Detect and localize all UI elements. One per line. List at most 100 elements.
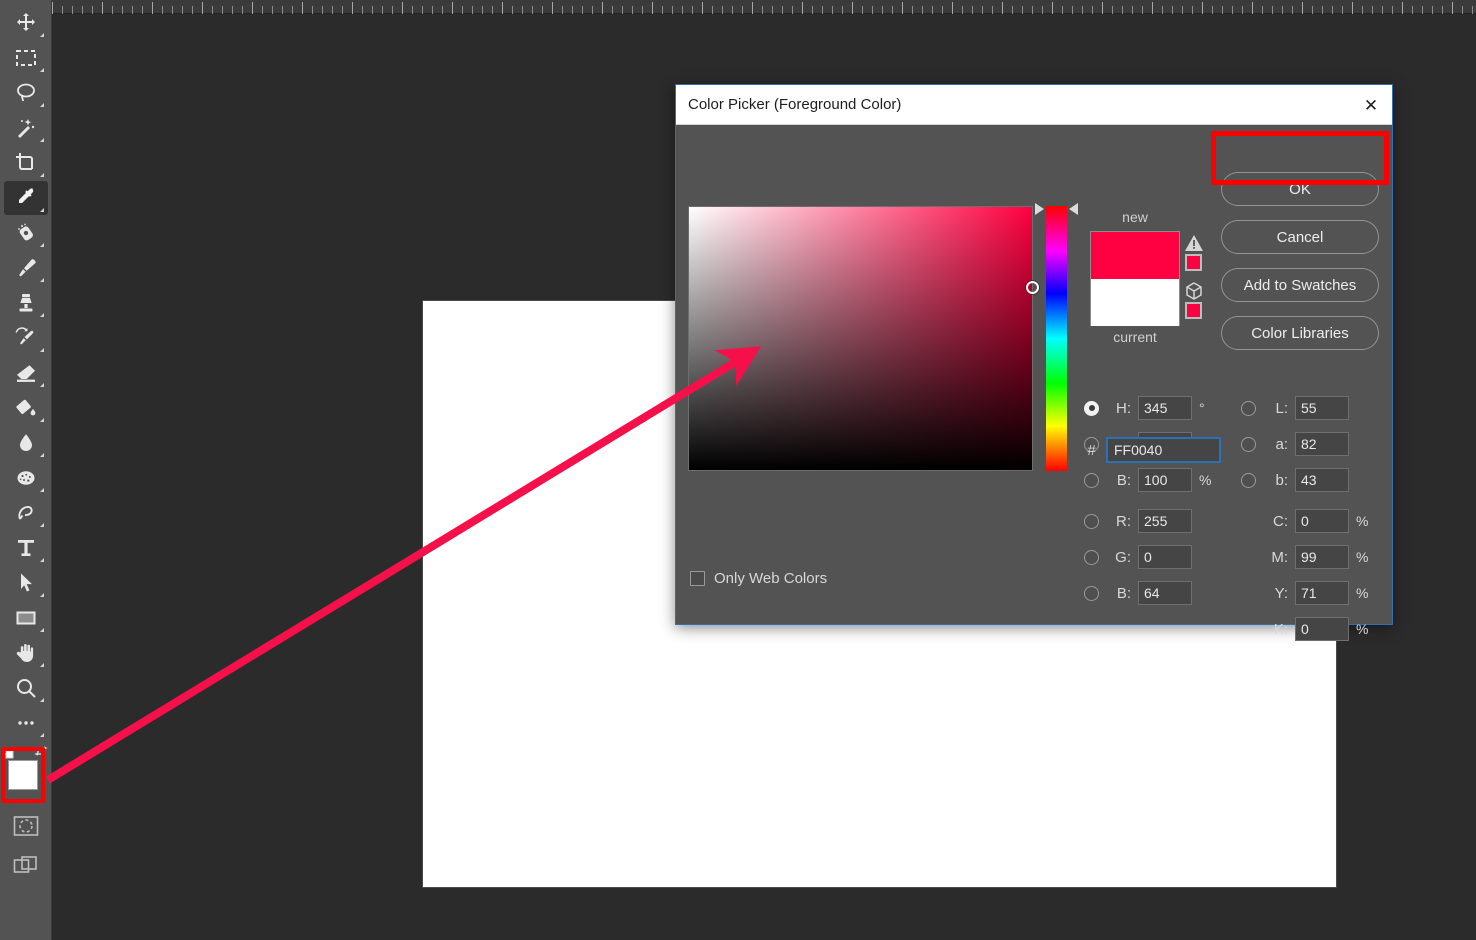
hand-tool[interactable]	[4, 636, 48, 670]
close-icon[interactable]: ✕	[1356, 91, 1386, 119]
default-colors-icon[interactable]	[2, 746, 14, 758]
ruler-tick	[652, 2, 653, 14]
input-yellow[interactable]: 71	[1295, 581, 1349, 605]
ruler-tick	[952, 2, 953, 14]
ruler-tick	[1092, 6, 1093, 14]
current-color-swatch[interactable]	[1091, 279, 1179, 326]
gamut-warning-swatch[interactable]	[1185, 254, 1202, 271]
ruler-tick	[822, 6, 823, 14]
move-tool[interactable]	[4, 6, 48, 40]
ruler-tick	[982, 6, 983, 14]
cube-icon[interactable]	[1184, 281, 1204, 301]
hue-spectrum[interactable]	[1046, 206, 1067, 471]
radio-blue[interactable]	[1084, 586, 1099, 601]
ruler-tick	[582, 6, 583, 14]
color-field-cursor[interactable]	[1026, 281, 1039, 294]
hue-slider[interactable]	[1046, 206, 1067, 471]
input-hue[interactable]: 345	[1138, 396, 1192, 420]
sponge-tool[interactable]	[4, 461, 48, 495]
ruler-tick	[1342, 6, 1343, 14]
quick-mask-button[interactable]	[4, 808, 48, 844]
new-color-label: new	[1090, 209, 1180, 225]
radio-red[interactable]	[1084, 514, 1099, 529]
input-lab-l[interactable]: 55	[1295, 396, 1349, 420]
radio-lab-a[interactable]	[1241, 437, 1256, 452]
only-web-colors-row[interactable]: Only Web Colors	[690, 570, 827, 587]
ruler-tick	[1082, 6, 1083, 14]
ruler-tick	[602, 2, 603, 14]
rectangle-tool[interactable]	[4, 601, 48, 635]
ruler-tick	[782, 6, 783, 14]
ruler-tick	[1292, 6, 1293, 14]
screen-mode-button[interactable]	[4, 848, 48, 884]
radio-lab-l[interactable]	[1241, 401, 1256, 416]
magic-wand-tool[interactable]	[4, 111, 48, 145]
input-green[interactable]: 0	[1138, 545, 1192, 569]
crop-tool[interactable]	[4, 146, 48, 180]
ruler-tick	[1112, 6, 1113, 14]
eraser-tool[interactable]	[4, 356, 48, 390]
unit-black: %	[1356, 621, 1370, 637]
ruler-tick	[752, 2, 753, 14]
paint-bucket-tool[interactable]	[4, 391, 48, 425]
ruler-tick	[1012, 6, 1013, 14]
pen-tool[interactable]	[4, 496, 48, 530]
input-magenta[interactable]: 99	[1295, 545, 1349, 569]
input-blue[interactable]: 64	[1138, 581, 1192, 605]
clone-stamp-tool[interactable]	[4, 286, 48, 320]
edit-toolbar-more[interactable]	[4, 706, 48, 740]
zoom-tool[interactable]	[4, 671, 48, 705]
history-brush-tool[interactable]	[4, 321, 48, 355]
web-safe-swatch[interactable]	[1185, 302, 1202, 319]
marquee-tool[interactable]	[4, 41, 48, 75]
ruler-tick	[1282, 6, 1283, 14]
label-black: K:	[1262, 621, 1288, 638]
ruler-tick	[572, 6, 573, 14]
swap-colors-icon[interactable]	[34, 744, 48, 758]
radio-green[interactable]	[1084, 550, 1099, 565]
ok-button[interactable]: OK	[1221, 172, 1379, 206]
dialog-title-bar[interactable]: Color Picker (Foreground Color) ✕	[676, 85, 1392, 125]
type-tool[interactable]	[4, 531, 48, 565]
ruler-tick	[302, 2, 303, 14]
warning-triangle-icon[interactable]	[1184, 233, 1204, 253]
dialog-buttons: OK Cancel Add to Swatches Color Libraries	[1221, 172, 1381, 364]
tool-corner-icon	[40, 138, 44, 142]
input-lab-a[interactable]: 82	[1295, 432, 1349, 456]
input-red[interactable]: 255	[1138, 509, 1192, 533]
only-web-colors-checkbox[interactable]	[690, 571, 705, 586]
cancel-button[interactable]: Cancel	[1221, 220, 1379, 254]
input-brightness[interactable]: 100	[1138, 468, 1192, 492]
saturation-value-field[interactable]	[688, 206, 1033, 471]
eyedropper-tool[interactable]	[4, 181, 48, 215]
path-selection-tool[interactable]	[4, 566, 48, 600]
ruler-tick	[1132, 6, 1133, 14]
color-libraries-button[interactable]: Color Libraries	[1221, 316, 1379, 350]
ruler-tick	[632, 6, 633, 14]
hue-marker-right-icon[interactable]	[1069, 203, 1078, 215]
blur-tool[interactable]	[4, 426, 48, 460]
input-black[interactable]: 0	[1295, 617, 1349, 641]
ruler-tick	[802, 2, 803, 14]
radio-brightness[interactable]	[1084, 473, 1099, 488]
label-magenta: M:	[1262, 549, 1288, 566]
hex-row[interactable]: # FF0040	[1084, 437, 1221, 463]
lasso-tool[interactable]	[4, 76, 48, 110]
radio-hue[interactable]	[1084, 401, 1099, 416]
input-lab-b[interactable]: 43	[1295, 468, 1349, 492]
input-cyan[interactable]: 0	[1295, 509, 1349, 533]
ruler-tick	[1002, 2, 1003, 14]
field-row-blue: B:64	[1084, 580, 1213, 606]
hue-marker-left-icon[interactable]	[1035, 203, 1044, 215]
add-to-swatches-button[interactable]: Add to Swatches	[1221, 268, 1379, 302]
horizontal-ruler[interactable]	[52, 0, 1476, 14]
ruler-tick	[542, 6, 543, 14]
foreground-color-swatch[interactable]	[8, 760, 38, 790]
hex-input[interactable]: FF0040	[1106, 437, 1221, 463]
new-color-swatch[interactable]	[1091, 232, 1179, 279]
healing-brush-tool[interactable]	[4, 216, 48, 250]
ruler-tick	[1152, 2, 1153, 14]
radio-lab-b[interactable]	[1241, 473, 1256, 488]
ruler-tick	[1402, 2, 1403, 14]
brush-tool[interactable]	[4, 251, 48, 285]
